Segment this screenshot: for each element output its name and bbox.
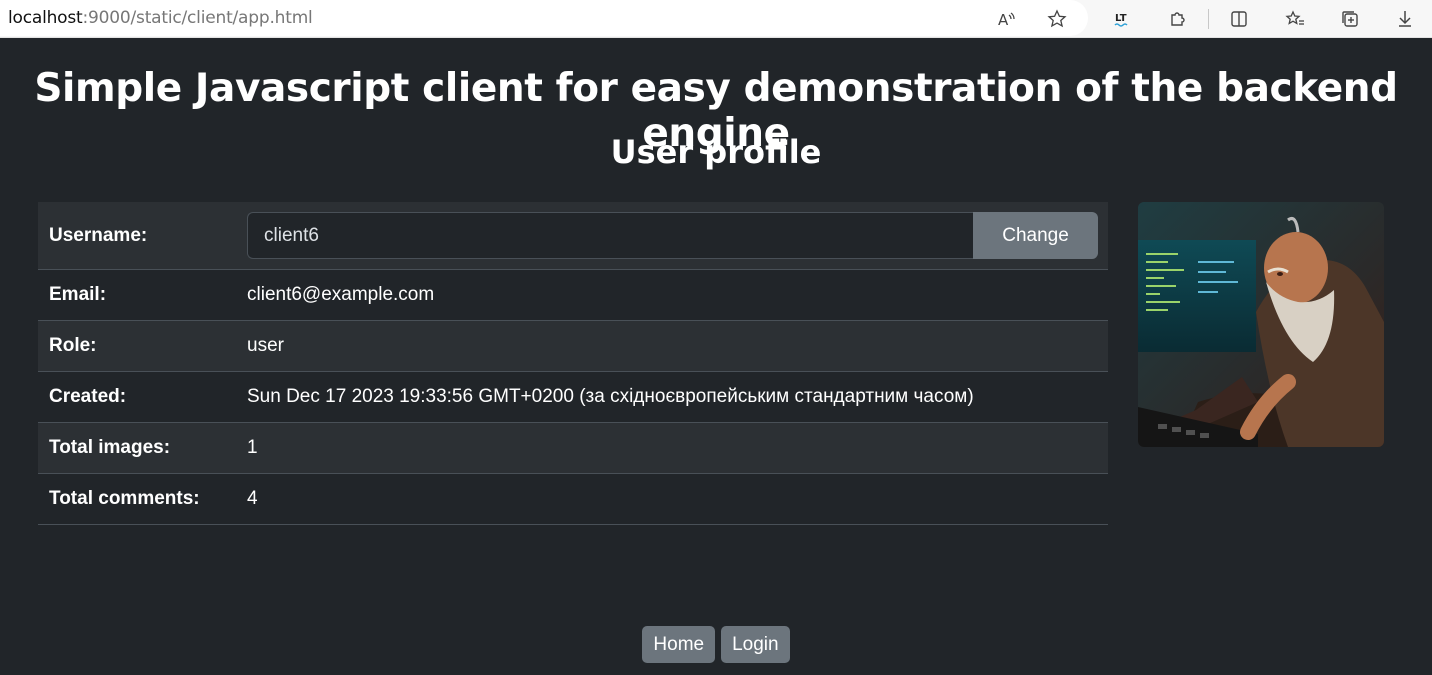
section-title: User profile xyxy=(610,133,822,171)
languagetool-icon[interactable]: LT xyxy=(1110,6,1136,32)
favorites-icon[interactable] xyxy=(1282,6,1308,32)
total-images-label: Total images: xyxy=(49,437,171,458)
svg-text:A: A xyxy=(998,11,1009,29)
browser-toolbar: localhost:9000/static/client/app.html A … xyxy=(0,0,1432,38)
downloads-icon[interactable] xyxy=(1392,6,1418,32)
avatar xyxy=(1138,202,1384,447)
email-value: client6@example.com xyxy=(247,284,435,305)
total-images-value: 1 xyxy=(247,437,258,458)
extensions-puzzle-icon[interactable] xyxy=(1165,6,1191,32)
username-input[interactable] xyxy=(247,212,973,259)
created-row: Created: Sun Dec 17 2023 19:33:56 GMT+02… xyxy=(38,372,1108,423)
role-value: user xyxy=(247,335,284,356)
created-label: Created: xyxy=(49,386,127,407)
read-aloud-icon[interactable]: A xyxy=(994,6,1020,32)
change-username-button[interactable]: Change xyxy=(973,212,1098,259)
role-label: Role: xyxy=(49,335,97,356)
total-images-row: Total images: 1 xyxy=(38,423,1108,474)
email-label: Email: xyxy=(49,284,107,305)
url-text: localhost:9000/static/client/app.html xyxy=(8,8,313,28)
profile-table: Username: Change Email: client6@example.… xyxy=(38,202,1108,525)
split-screen-icon[interactable] xyxy=(1226,6,1252,32)
address-bar[interactable]: localhost:9000/static/client/app.html xyxy=(0,0,1088,36)
bottom-nav: Home Login xyxy=(0,626,1432,663)
email-row: Email: client6@example.com xyxy=(38,270,1108,321)
total-comments-label: Total comments: xyxy=(49,488,200,509)
collections-icon[interactable] xyxy=(1337,6,1363,32)
login-button[interactable]: Login xyxy=(721,626,790,663)
created-value: Sun Dec 17 2023 19:33:56 GMT+0200 (за сх… xyxy=(247,386,974,407)
username-row: Username: Change xyxy=(38,202,1108,270)
toolbar-separator xyxy=(1208,9,1209,29)
home-button[interactable]: Home xyxy=(642,626,716,663)
total-comments-value: 4 xyxy=(247,488,258,509)
username-input-group: Change xyxy=(247,212,1098,259)
role-row: Role: user xyxy=(38,321,1108,372)
username-label: Username: xyxy=(49,224,148,246)
total-comments-row: Total comments: 4 xyxy=(38,474,1108,525)
favorite-star-icon[interactable] xyxy=(1044,6,1070,32)
svg-text:LT: LT xyxy=(1115,13,1127,24)
